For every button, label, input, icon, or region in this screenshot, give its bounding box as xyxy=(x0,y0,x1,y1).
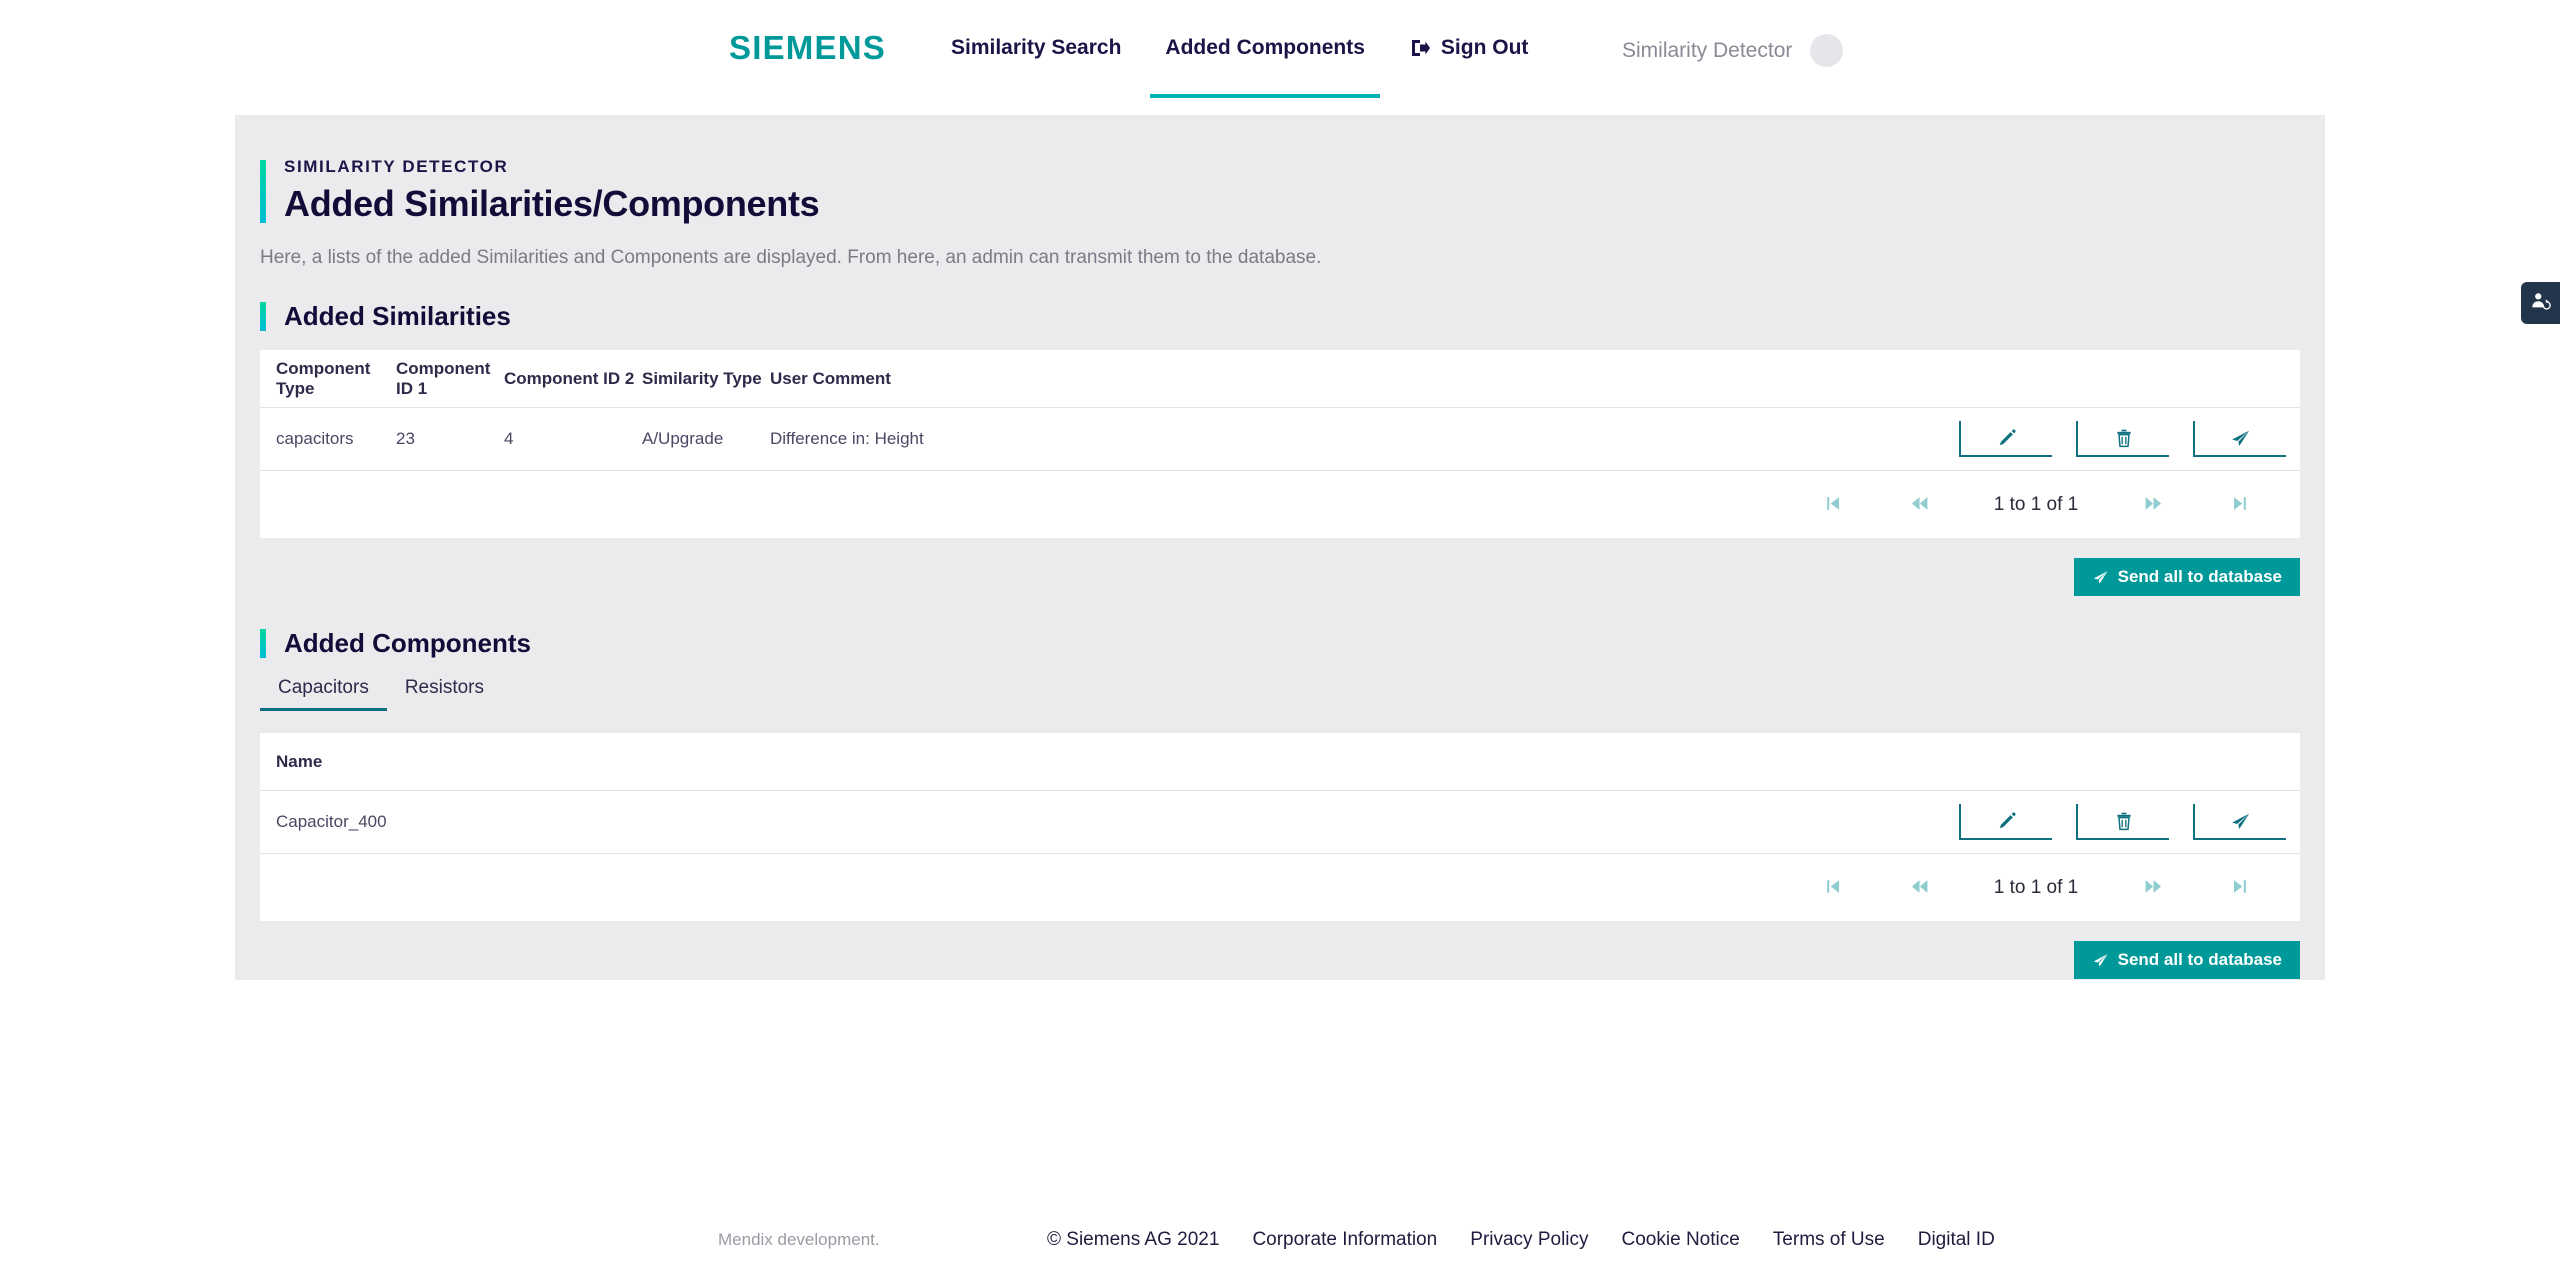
table-row[interactable]: Capacitor_400 xyxy=(260,791,2300,853)
pencil-icon xyxy=(1997,428,2017,448)
components-table: Name Capacitor_400 1 to 1 of 1 xyxy=(260,733,2300,921)
last-page-icon xyxy=(2230,494,2249,516)
first-page-button[interactable] xyxy=(1790,868,1876,908)
section-header-added-components: Added Components xyxy=(260,628,2300,659)
paper-plane-icon xyxy=(2092,952,2109,969)
page-intro-text: Here, a lists of the added Similarities … xyxy=(260,247,1322,268)
component-type-tabs: Capacitors Resistors xyxy=(260,677,2300,711)
accent-bar xyxy=(260,302,266,331)
section-header-added-similarities: Added Similarities xyxy=(260,301,2300,332)
avatar[interactable] xyxy=(1810,34,1844,67)
send-all-label: Send all to database xyxy=(2117,567,2282,586)
user-name-label: Similarity Detector xyxy=(1622,38,1793,62)
accent-bar xyxy=(260,629,266,658)
footer-link-corporate-information[interactable]: Corporate Information xyxy=(1252,1229,1437,1251)
column-header-similarity-type: Similarity Type xyxy=(642,368,762,388)
table-header-row: Name xyxy=(260,733,2300,791)
send-all-components-button[interactable]: Send all to database xyxy=(2073,941,2300,979)
next-page-icon xyxy=(2144,494,2163,516)
first-page-icon xyxy=(1824,494,1843,516)
accent-bar xyxy=(260,160,266,223)
table-header-row: Component Type Component ID 1 Component … xyxy=(260,350,2300,408)
edit-row-button[interactable] xyxy=(1959,804,2052,840)
siemens-logo: SIEMENS xyxy=(729,29,886,66)
main-navigation: Similarity Search Added Components Sign … xyxy=(929,0,1550,98)
previous-page-button[interactable] xyxy=(1876,868,1962,908)
delete-row-button[interactable] xyxy=(2076,421,2169,457)
cell-component-type: capacitors xyxy=(276,429,354,448)
user-account-area[interactable]: Similarity Detector xyxy=(1622,34,1844,67)
footer-link-cookie-notice[interactable]: Cookie Notice xyxy=(1622,1229,1740,1251)
cell-similarity-type: A/Upgrade xyxy=(642,429,724,448)
nav-item-sign-out[interactable]: Sign Out xyxy=(1387,0,1551,98)
tab-label-capacitors: Capacitors xyxy=(278,677,369,698)
next-page-icon xyxy=(2144,877,2163,899)
row-action-buttons xyxy=(1959,804,2286,840)
tab-label-resistors: Resistors xyxy=(404,677,485,698)
last-page-icon xyxy=(2230,877,2249,899)
similarities-send-all-row: Send all to database xyxy=(260,558,2300,596)
nav-item-similarity-search[interactable]: Similarity Search xyxy=(929,0,1143,98)
page-footer: Mendix development. © Siemens AG 2021 Co… xyxy=(0,1210,2560,1270)
user-sync-side-tab[interactable] xyxy=(2521,282,2560,324)
last-page-button[interactable] xyxy=(2196,485,2282,525)
sign-out-icon xyxy=(1409,37,1431,59)
nav-item-added-components[interactable]: Added Components xyxy=(1143,0,1387,98)
similarities-table: Component Type Component ID 1 Component … xyxy=(260,350,2300,538)
pagination-status: 1 to 1 of 1 xyxy=(1993,493,2079,515)
paper-plane-icon xyxy=(2230,428,2251,449)
next-page-button[interactable] xyxy=(2110,868,2196,908)
column-header-component-type: Component Type xyxy=(276,358,371,398)
first-page-button[interactable] xyxy=(1790,485,1876,525)
tab-resistors[interactable]: Resistors xyxy=(387,677,502,711)
column-header-component-id-1: Component ID 1 xyxy=(396,358,491,398)
footer-copyright: © Siemens AG 2021 xyxy=(1047,1229,1220,1250)
mendix-credit: Mendix development. xyxy=(718,1230,880,1249)
next-page-button[interactable] xyxy=(2110,485,2196,525)
last-page-button[interactable] xyxy=(2196,868,2282,908)
previous-page-button[interactable] xyxy=(1876,485,1962,525)
main-content-panel: SIMILARITY DETECTOR Added Similarities/C… xyxy=(235,115,2325,980)
table-row[interactable]: capacitors 23 4 A/Upgrade Difference in:… xyxy=(260,408,2300,470)
previous-page-icon xyxy=(1910,877,1929,899)
nav-label-sign-out: Sign Out xyxy=(1440,36,1529,59)
edit-row-button[interactable] xyxy=(1959,421,2052,457)
similarities-pagination: 1 to 1 of 1 xyxy=(260,470,2300,538)
trash-icon xyxy=(2114,428,2134,448)
column-header-name: Name xyxy=(276,751,323,771)
row-action-buttons xyxy=(1959,421,2286,457)
top-header-bar: SIEMENS Similarity Search Added Componen… xyxy=(0,0,2560,98)
page-title: Added Similarities/Components xyxy=(284,183,820,224)
page-eyebrow: SIMILARITY DETECTOR xyxy=(284,157,509,176)
paper-plane-icon xyxy=(2092,569,2109,586)
footer-link-digital-id[interactable]: Digital ID xyxy=(1918,1229,1995,1251)
cell-component-id-1: 23 xyxy=(396,429,415,448)
components-send-all-row: Send all to database xyxy=(260,941,2300,979)
footer-links: © Siemens AG 2021 Corporate Information … xyxy=(1047,1229,1995,1251)
pagination-status: 1 to 1 of 1 xyxy=(1993,876,2079,898)
first-page-icon xyxy=(1824,877,1843,899)
column-header-component-id-2: Component ID 2 xyxy=(504,368,635,388)
send-all-label: Send all to database xyxy=(2117,950,2282,969)
nav-label-added-components: Added Components xyxy=(1165,36,1365,59)
column-header-user-comment: User Comment xyxy=(770,368,891,388)
send-row-button[interactable] xyxy=(2193,804,2286,840)
pencil-icon xyxy=(1997,811,2017,831)
delete-row-button[interactable] xyxy=(2076,804,2169,840)
footer-link-privacy-policy[interactable]: Privacy Policy xyxy=(1470,1229,1588,1251)
section-title-added-components: Added Components xyxy=(284,628,531,658)
page-heading-block: SIMILARITY DETECTOR Added Similarities/C… xyxy=(260,157,2300,225)
cell-component-id-2: 4 xyxy=(504,429,514,448)
components-pagination: 1 to 1 of 1 xyxy=(260,853,2300,921)
tab-capacitors[interactable]: Capacitors xyxy=(260,677,387,711)
user-sync-icon xyxy=(2530,290,2552,317)
paper-plane-icon xyxy=(2230,811,2251,832)
footer-link-terms-of-use[interactable]: Terms of Use xyxy=(1773,1229,1885,1251)
trash-icon xyxy=(2114,811,2134,831)
section-title-added-similarities: Added Similarities xyxy=(284,301,511,331)
previous-page-icon xyxy=(1910,494,1929,516)
nav-label-similarity-search: Similarity Search xyxy=(951,36,1122,59)
send-all-similarities-button[interactable]: Send all to database xyxy=(2073,558,2300,596)
send-row-button[interactable] xyxy=(2193,421,2286,457)
